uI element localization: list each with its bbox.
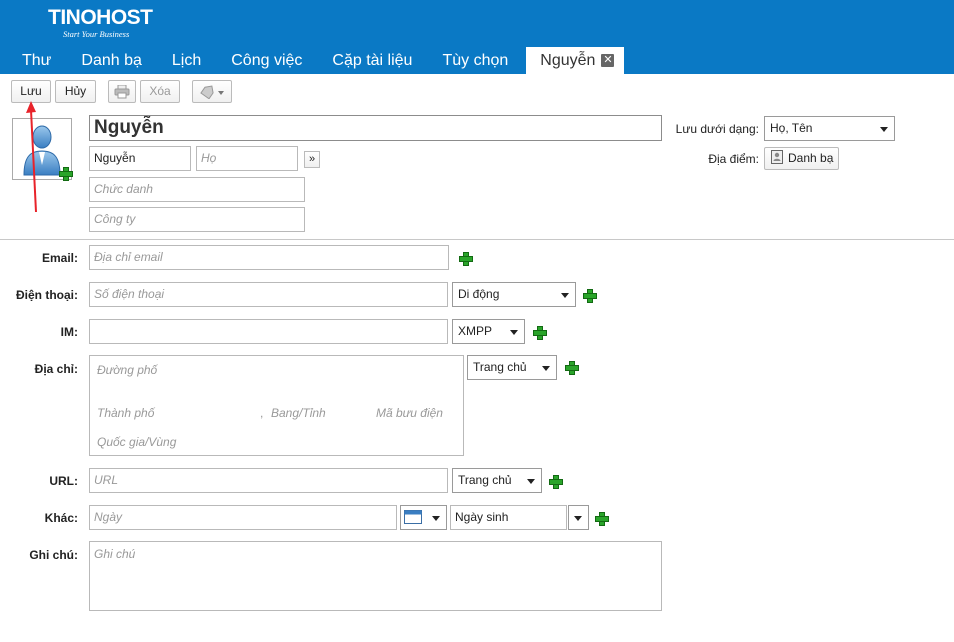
print-button[interactable] [108, 80, 136, 103]
tab-briefcase[interactable]: Cặp tài liệu [317, 47, 427, 74]
phone-label: Điện thoại: [16, 288, 78, 302]
toolbar: Lưu Hủy Xóa [0, 74, 954, 108]
app-header: TINOHOST Start Your Business Thư Danh bạ… [0, 0, 954, 74]
tab-preferences[interactable]: Tùy chọn [427, 47, 523, 74]
tab-contacts[interactable]: Danh bạ [66, 47, 157, 74]
tag-icon [200, 85, 224, 100]
url-placeholder: URL [94, 473, 119, 487]
expand-name-button[interactable]: » [304, 151, 320, 168]
add-im-icon[interactable] [533, 326, 547, 340]
calendar-icon [404, 510, 422, 524]
address-type-select[interactable]: Trang chủ [467, 355, 557, 380]
print-icon [114, 84, 130, 99]
location-value: Danh bạ [788, 151, 834, 165]
url-label: URL: [49, 474, 78, 488]
date-placeholder: Ngày [94, 510, 123, 524]
address-book-icon [771, 150, 783, 164]
chevron-down-icon [432, 516, 440, 521]
im-field[interactable] [89, 319, 448, 344]
last-name-placeholder: Họ [201, 151, 217, 165]
state-placeholder[interactable]: Bang/Tỉnh [271, 406, 326, 420]
chevron-down-icon [880, 127, 888, 132]
address-type-value: Trang chủ [473, 360, 527, 374]
phone-type-value: Di động [458, 287, 500, 301]
company-field[interactable]: Công ty [89, 207, 305, 232]
im-label: IM: [60, 325, 78, 339]
contact-photo[interactable] [12, 118, 73, 181]
job-title-field[interactable]: Chức danh [89, 177, 305, 202]
email-placeholder: Địa chỉ email [94, 250, 163, 264]
date-field[interactable]: Ngày [89, 505, 397, 530]
country-placeholder[interactable]: Quốc gia/Vùng [97, 435, 176, 449]
tab-mail[interactable]: Thư [0, 47, 66, 74]
chevron-down-icon [542, 366, 550, 371]
other-label: Khác: [44, 511, 78, 525]
im-type-select[interactable]: XMPP [452, 319, 525, 344]
email-label: Email: [41, 251, 78, 265]
tab-tasks[interactable]: Công việc [216, 47, 317, 74]
notes-label: Ghi chú: [29, 548, 78, 562]
chevron-down-icon [561, 293, 569, 298]
tab-contact-edit[interactable]: Nguyễn ✕ [526, 47, 625, 74]
add-photo-icon[interactable] [59, 167, 73, 181]
last-name-field[interactable]: Họ [196, 146, 298, 171]
file-as-label: Lưu dưới dạng: [675, 122, 759, 136]
close-icon[interactable]: ✕ [601, 54, 615, 67]
url-type-select[interactable]: Trang chủ [452, 468, 542, 493]
tag-button[interactable] [192, 80, 232, 103]
location-button[interactable]: Danh bạ [764, 147, 839, 170]
file-as-value: Họ, Tên [770, 121, 813, 135]
city-state-separator: , [260, 406, 264, 420]
logo-name: TINOHOST [48, 6, 153, 29]
location-label: Địa điểm: [708, 152, 759, 166]
im-type-value: XMPP [458, 324, 493, 338]
tab-calendar[interactable]: Lịch [157, 47, 216, 74]
url-type-value: Trang chủ [458, 473, 512, 487]
other-type-dropdown[interactable] [568, 505, 589, 530]
add-url-icon[interactable] [549, 475, 563, 489]
file-as-select[interactable]: Họ, Tên [764, 116, 895, 141]
url-field[interactable]: URL [89, 468, 448, 493]
other-type-field[interactable]: Ngày sinh [450, 505, 567, 530]
address-box[interactable]: Đường phố Thành phố , Bang/Tỉnh Mã bưu đ… [89, 355, 464, 456]
phone-field[interactable]: Số điện thoại [89, 282, 448, 307]
chevron-down-icon [510, 330, 518, 335]
street-placeholder[interactable]: Đường phố [97, 363, 157, 377]
notes-placeholder: Ghi chú [94, 547, 136, 561]
add-address-icon[interactable] [565, 361, 579, 375]
address-label: Địa chỉ: [34, 362, 78, 376]
phone-type-select[interactable]: Di động [452, 282, 576, 307]
job-title-placeholder: Chức danh [94, 182, 153, 196]
add-email-icon[interactable] [459, 252, 473, 266]
tab-contact-edit-label: Nguyễn [540, 52, 596, 69]
postal-placeholder[interactable]: Mã bưu điện [376, 406, 443, 420]
notes-field[interactable]: Ghi chú [89, 541, 662, 611]
first-name-field[interactable]: Nguyễn [89, 146, 191, 171]
main-tabs: Thư Danh bạ Lịch Công việc Cặp tài liệu … [0, 47, 625, 74]
add-other-icon[interactable] [595, 512, 609, 526]
phone-placeholder: Số điện thoại [94, 287, 165, 301]
calendar-picker-button[interactable] [400, 505, 447, 530]
cancel-button[interactable]: Hủy [55, 80, 96, 103]
delete-button[interactable]: Xóa [140, 80, 180, 103]
display-name-field[interactable]: Nguyễn [89, 115, 662, 141]
add-phone-icon[interactable] [583, 289, 597, 303]
chevron-down-icon [527, 479, 535, 484]
logo: TINOHOST Start Your Business [48, 6, 153, 40]
logo-tagline: Start Your Business [63, 29, 130, 39]
section-divider [0, 239, 954, 240]
save-button[interactable]: Lưu [11, 80, 51, 103]
email-field[interactable]: Địa chỉ email [89, 245, 449, 270]
company-placeholder: Công ty [94, 212, 136, 226]
city-placeholder[interactable]: Thành phố [97, 406, 154, 420]
chevron-down-icon [574, 516, 582, 521]
